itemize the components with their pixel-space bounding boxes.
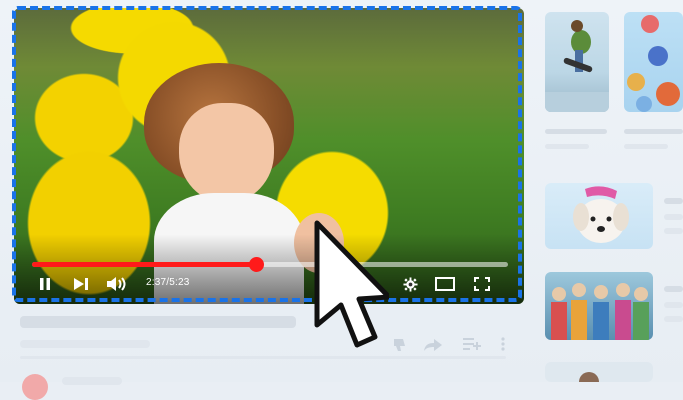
avatar bbox=[22, 374, 48, 400]
puppy-thumbnail[interactable] bbox=[545, 183, 653, 249]
next-icon[interactable] bbox=[70, 272, 92, 296]
more-options-icon[interactable] bbox=[500, 337, 506, 351]
mouse-pointer-icon bbox=[314, 220, 389, 348]
skateboarder-thumbnail[interactable] bbox=[545, 12, 609, 112]
sidebar-text-placeholder bbox=[545, 144, 589, 149]
dislike-icon[interactable] bbox=[392, 337, 408, 353]
sidebar-text-placeholder bbox=[664, 286, 683, 292]
balloons-thumbnail[interactable] bbox=[624, 12, 683, 112]
crowd-thumbnail[interactable] bbox=[545, 272, 653, 340]
pause-icon[interactable] bbox=[34, 272, 56, 296]
divider bbox=[20, 356, 506, 359]
add-to-playlist-icon[interactable] bbox=[463, 338, 481, 350]
scrubber-handle[interactable] bbox=[248, 257, 264, 272]
sidebar-text-placeholder bbox=[624, 144, 668, 149]
time-display: 2:37/5:23 bbox=[146, 277, 190, 288]
fullscreen-icon[interactable] bbox=[470, 272, 494, 296]
channel-placeholder bbox=[62, 377, 122, 385]
partial-thumbnail[interactable] bbox=[545, 362, 653, 382]
progress-bar[interactable] bbox=[32, 257, 508, 272]
video-frame-child bbox=[144, 63, 344, 304]
progress-played bbox=[32, 262, 256, 267]
sidebar-text-placeholder bbox=[624, 129, 683, 134]
video-player[interactable] bbox=[14, 8, 524, 304]
volume-icon[interactable] bbox=[104, 272, 130, 296]
theater-mode-icon[interactable] bbox=[432, 272, 458, 296]
video-page: 2:37/5:23 bbox=[0, 0, 683, 400]
player-controls: 2:37/5:23 bbox=[28, 272, 508, 296]
subtitle-placeholder bbox=[20, 340, 150, 348]
sidebar-text-placeholder bbox=[664, 316, 683, 322]
sidebar-text-placeholder bbox=[664, 214, 683, 220]
settings-gear-icon[interactable] bbox=[400, 272, 420, 296]
share-icon[interactable] bbox=[424, 339, 442, 351]
title-placeholder bbox=[20, 316, 296, 328]
sidebar-text-placeholder bbox=[545, 129, 607, 134]
sidebar-text-placeholder bbox=[664, 228, 683, 234]
sidebar-text-placeholder bbox=[664, 302, 683, 308]
sidebar-text-placeholder bbox=[664, 198, 683, 204]
